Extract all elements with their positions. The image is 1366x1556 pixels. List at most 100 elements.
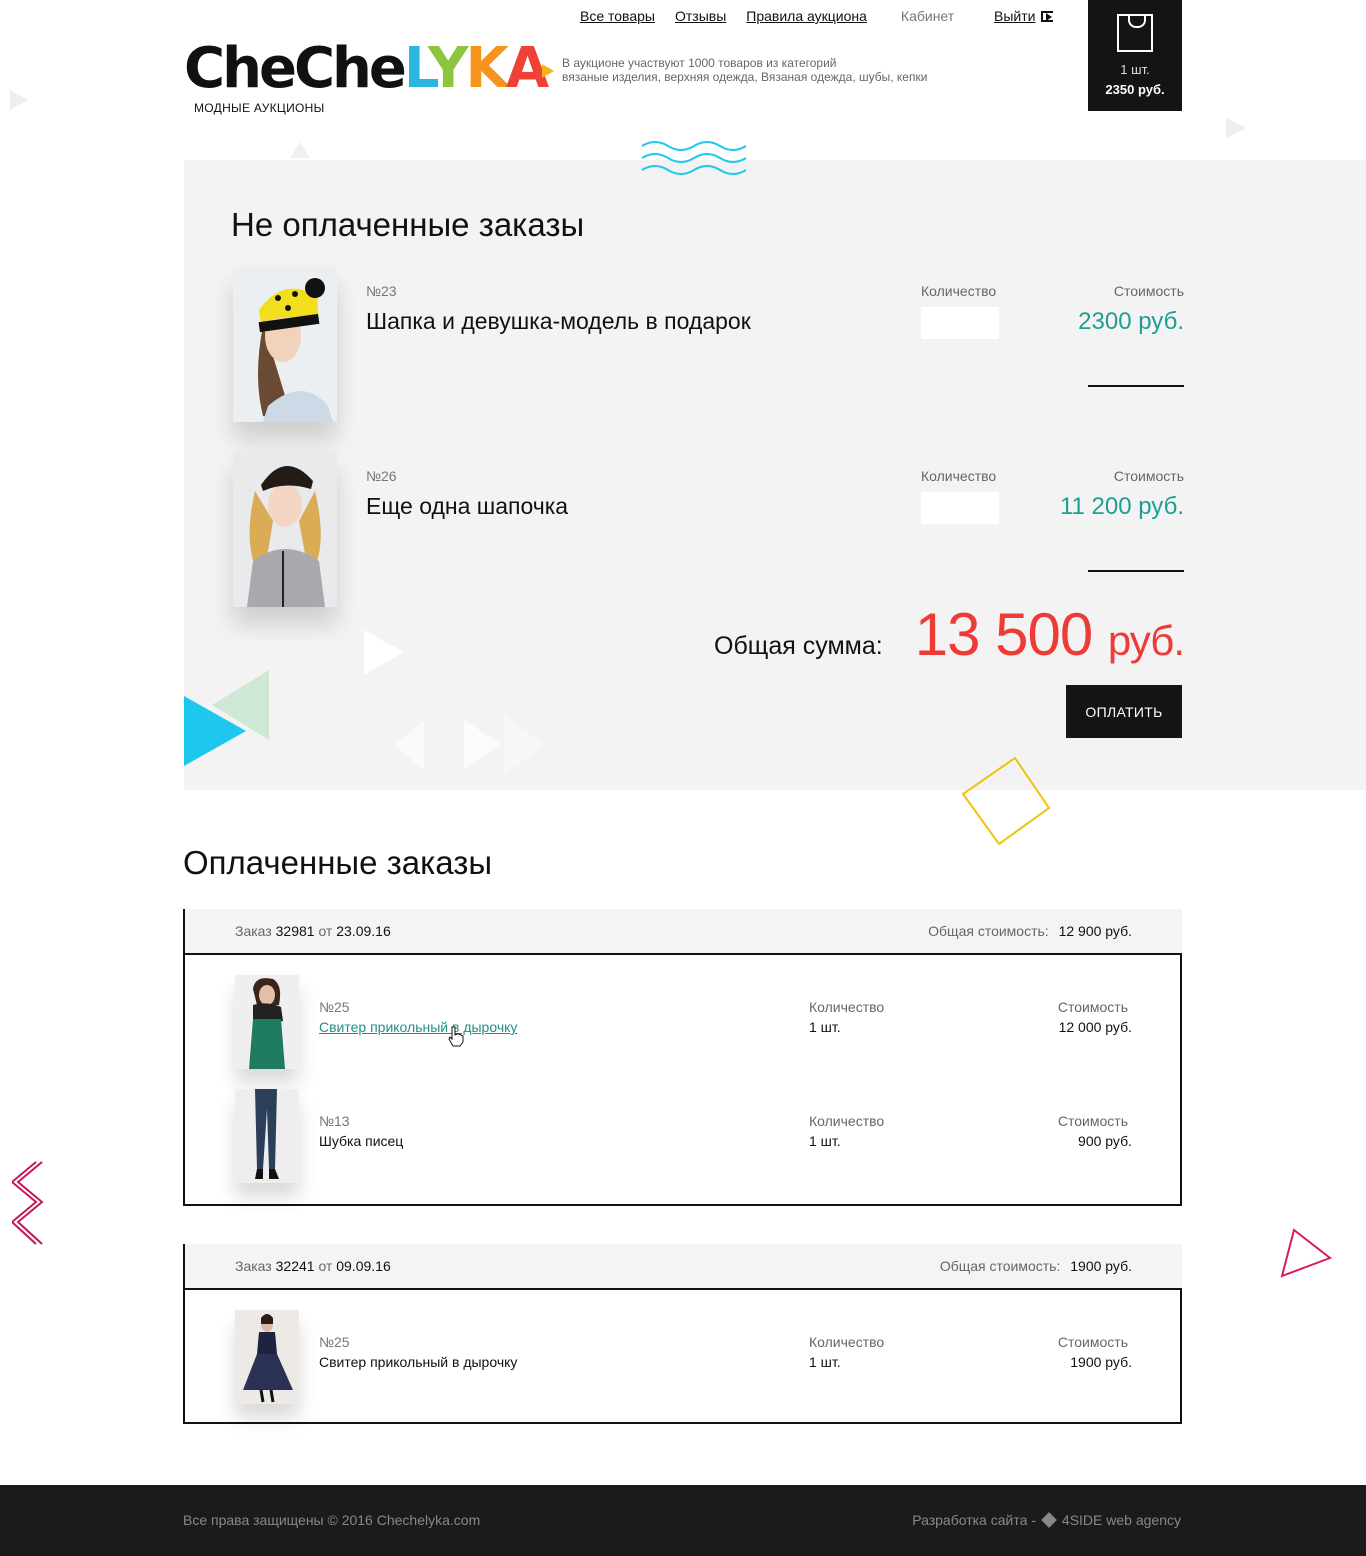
total-label: Общая сумма: xyxy=(714,632,883,660)
unpaid-order-item: №23 Шапка и девушка-модель в подарок Кол… xyxy=(184,266,1366,426)
logo-part: Y xyxy=(427,36,469,101)
paid-order: Заказ 32241 от 09.09.16 Общая стоимость:… xyxy=(183,1244,1182,1424)
square-outline-decor xyxy=(961,756,1051,846)
unpaid-orders-section: Не оплаченные заказы №23 Шапка и девушка… xyxy=(184,160,1366,790)
top-navigation: Все товары Отзывы Правила аукциона Кабин… xyxy=(580,8,974,24)
price-label: Стоимость xyxy=(1057,1334,1128,1350)
order-total-value: 1900 руб. xyxy=(1070,1258,1132,1274)
developer-label: Разработка сайта - xyxy=(912,1512,1036,1528)
quantity-input[interactable] xyxy=(921,492,999,524)
order-item: №25 Свитер прикольный в дырочку Количест… xyxy=(185,1290,1180,1404)
auction-tagline: В аукционе участвуют 1000 товаров из кат… xyxy=(542,56,972,84)
logout-link[interactable]: Выйти xyxy=(994,8,1054,24)
order-id: Заказ 32241 от 09.09.16 xyxy=(235,1258,391,1274)
product-name: Шубка писец xyxy=(319,1133,404,1149)
logout-icon xyxy=(1041,11,1054,22)
product-price: 1900 руб. xyxy=(1070,1354,1132,1370)
order-total-value: 12 900 руб. xyxy=(1058,923,1132,939)
shopping-bag-icon xyxy=(1117,14,1153,52)
product-link[interactable]: Свитер прикольный в дырочку xyxy=(319,1019,517,1035)
total-currency: руб. xyxy=(1107,617,1185,664)
tagline-line-1: В аукционе участвуют 1000 товаров из кат… xyxy=(562,56,837,70)
order-id: Заказ 32981 от 23.09.16 xyxy=(235,923,391,939)
logo-wordmark: CheCheLYKA xyxy=(184,36,549,101)
total-amount: 13 500 руб. xyxy=(914,600,1185,669)
product-name: Шапка и девушка-модель в подарок xyxy=(366,308,751,334)
product-price: 2300 руб. xyxy=(1078,308,1184,335)
logo-subtitle: МОДНЫЕ АУКЦИОНЫ xyxy=(194,101,325,115)
order-from-word: от xyxy=(318,923,333,939)
pay-button[interactable]: ОПЛАТИТЬ xyxy=(1066,685,1182,738)
logo-part: A xyxy=(505,36,549,101)
nav-auction-rules[interactable]: Правила аукциона xyxy=(746,8,867,24)
order-number: 32981 xyxy=(275,923,315,939)
quantity-label: Количество xyxy=(921,283,997,299)
developer-credit[interactable]: Разработка сайта - 4SIDE web agency xyxy=(912,1512,1181,1528)
nav-cabinet[interactable]: Кабинет xyxy=(901,8,954,24)
product-photo-hat-yellow xyxy=(233,266,337,422)
nav-all-goods[interactable]: Все товары xyxy=(580,8,655,24)
cart-sum: 2350 руб. xyxy=(1105,82,1165,97)
product-number: №26 xyxy=(366,468,397,484)
order-total-label: Общая стоимость: xyxy=(928,923,1049,939)
order-items: №25 Свитер прикольный в дырочку Количест… xyxy=(183,1288,1182,1424)
bg-triangle-decor xyxy=(10,90,28,110)
triangle-outline-decor xyxy=(1280,1228,1333,1278)
price-label: Стоимость xyxy=(1113,283,1184,299)
logout-label: Выйти xyxy=(994,8,1036,24)
hand-cursor-icon xyxy=(448,1026,464,1047)
product-photo-jeans xyxy=(235,1089,299,1183)
product-number: №25 xyxy=(319,999,350,1015)
paid-order: Заказ 32981 от 23.09.16 Общая стоимость:… xyxy=(183,909,1182,1206)
product-image[interactable] xyxy=(233,451,337,607)
order-header: Заказ 32241 от 09.09.16 Общая стоимость:… xyxy=(183,1244,1182,1288)
product-number: №13 xyxy=(319,1113,350,1129)
product-number: №25 xyxy=(319,1334,350,1350)
product-photo-hat-black xyxy=(233,451,337,607)
order-total: Общая стоимость: 1900 руб. xyxy=(940,1258,1132,1274)
order-word: Заказ xyxy=(235,923,272,939)
logo-part: Che xyxy=(293,36,407,101)
order-date: 23.09.16 xyxy=(336,923,391,939)
zigzag-decor xyxy=(12,1161,44,1245)
agency-logo-icon xyxy=(1041,1512,1057,1528)
unpaid-order-item: №26 Еще одна шапочка Количество Стоимост… xyxy=(184,451,1366,611)
item-divider xyxy=(1088,385,1184,387)
nav-reviews[interactable]: Отзывы xyxy=(675,8,726,24)
quantity-label: Количество xyxy=(809,999,885,1015)
order-header: Заказ 32981 от 23.09.16 Общая стоимость:… xyxy=(183,909,1182,953)
cart-widget[interactable]: 1 шт. 2350 руб. xyxy=(1088,0,1182,111)
product-image[interactable] xyxy=(235,975,299,1069)
product-name: Свитер прикольный в дырочку xyxy=(319,1354,518,1370)
logo-part: Che xyxy=(184,36,297,101)
order-from-word: от xyxy=(318,1258,333,1274)
site-footer: Все права защищены © 2016 Chechelyka.com… xyxy=(0,1485,1366,1556)
product-image[interactable] xyxy=(235,1089,299,1183)
site-header: CheCheLYKA МОДНЫЕ АУКЦИОНЫ В аукционе уч… xyxy=(0,0,1366,160)
quantity-value: 1 шт. xyxy=(809,1354,841,1370)
order-number: 32241 xyxy=(275,1258,315,1274)
product-image[interactable] xyxy=(233,266,337,422)
price-label: Стоимость xyxy=(1057,1113,1128,1129)
site-logo[interactable]: CheCheLYKA МОДНЫЕ АУКЦИОНЫ xyxy=(184,36,549,118)
order-word: Заказ xyxy=(235,1258,272,1274)
paid-orders-title: Оплаченные заказы xyxy=(183,844,493,881)
quantity-value: 1 шт. xyxy=(809,1133,841,1149)
order-date: 09.09.16 xyxy=(336,1258,391,1274)
quantity-label: Количество xyxy=(809,1334,885,1350)
product-number: №23 xyxy=(366,283,397,299)
copyright: Все права защищены © 2016 Chechelyka.com xyxy=(183,1512,481,1528)
waves-decor xyxy=(641,141,747,175)
product-price: 12 000 руб. xyxy=(1058,1019,1132,1035)
order-total: Общая стоимость: 12 900 руб. xyxy=(928,923,1132,939)
item-divider xyxy=(1088,570,1184,572)
order-total-label: Общая стоимость: xyxy=(939,1258,1061,1274)
quantity-label: Количество xyxy=(809,1113,885,1129)
unpaid-orders-title: Не оплаченные заказы xyxy=(231,206,585,243)
order-items: №25 Свитер прикольный в дырочку Количест… xyxy=(183,953,1182,1206)
quantity-input[interactable] xyxy=(921,307,999,339)
product-image[interactable] xyxy=(235,1310,299,1404)
total-number: 13 500 xyxy=(914,601,1094,668)
order-item: №25 Свитер прикольный в дырочку Количест… xyxy=(185,955,1180,1069)
price-label: Стоимость xyxy=(1057,999,1128,1015)
